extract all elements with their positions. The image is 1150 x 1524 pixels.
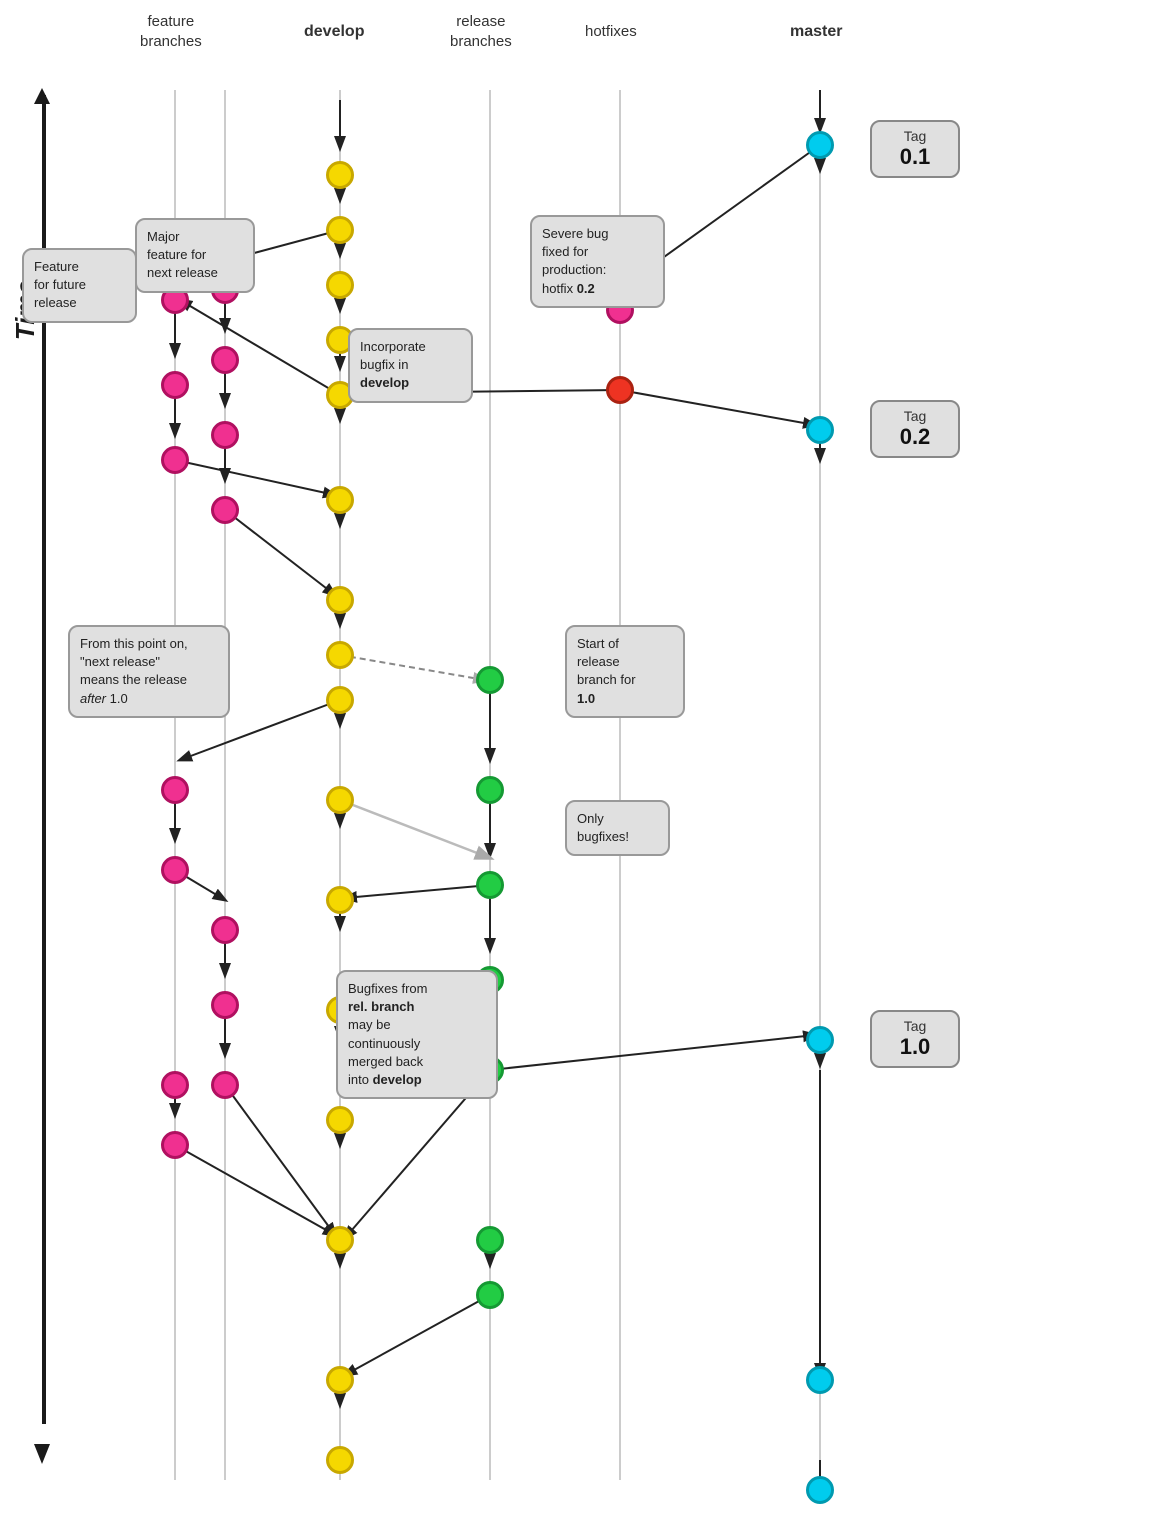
develop-node-10: [326, 786, 354, 814]
feature2-node-2: [211, 346, 239, 374]
feature4-node-3: [211, 1071, 239, 1099]
master-node-1: [806, 131, 834, 159]
feature3-node-4: [161, 1131, 189, 1159]
feature4-node-2: [211, 991, 239, 1019]
tag-10: Tag 1.0: [870, 1010, 960, 1068]
callout-feature-future: Featurefor futurerelease: [22, 248, 137, 323]
develop-node-3: [326, 271, 354, 299]
develop-node-16: [326, 1446, 354, 1474]
feature2-node-4: [211, 496, 239, 524]
callout-from-this-point: From this point on,"next release"means t…: [68, 625, 230, 718]
feature3-node-2: [161, 856, 189, 884]
develop-node-7: [326, 586, 354, 614]
develop-node-11: [326, 886, 354, 914]
feature1-node-3: [161, 446, 189, 474]
release-node-3: [476, 871, 504, 899]
feature1-node-2: [161, 371, 189, 399]
callout-incorporate-bugfix: Incorporatebugfix indevelop: [348, 328, 473, 403]
callout-only-bugfixes: Onlybugfixes!: [565, 800, 670, 856]
develop-node-1: [326, 161, 354, 189]
master-node-2: [806, 416, 834, 444]
release-node-2: [476, 776, 504, 804]
develop-node-8: [326, 641, 354, 669]
release-node-7: [476, 1281, 504, 1309]
col-header-release-branches: release branches: [450, 12, 512, 51]
develop-node-15: [326, 1366, 354, 1394]
feature3-node-1: [161, 776, 189, 804]
release-node-1: [476, 666, 504, 694]
callout-severe-bug: Severe bugfixed forproduction:hotfix 0.2: [530, 215, 665, 308]
master-node-5: [806, 1476, 834, 1504]
feature4-node-1: [211, 916, 239, 944]
col-header-master: master: [790, 22, 842, 43]
develop-node-2: [326, 216, 354, 244]
feature2-node-3: [211, 421, 239, 449]
develop-node-9: [326, 686, 354, 714]
feature3-node-3: [161, 1071, 189, 1099]
col-header-feature-branches: feature branches: [140, 12, 202, 51]
callout-major-feature: Majorfeature fornext release: [135, 218, 255, 293]
hotfix-node-red: [606, 376, 634, 404]
time-axis-arrow-top: [34, 88, 50, 104]
callout-bugfixes-rel-branch: Bugfixes fromrel. branchmay becontinuous…: [336, 970, 498, 1099]
develop-node-6: [326, 486, 354, 514]
master-node-3: [806, 1026, 834, 1054]
master-node-4: [806, 1366, 834, 1394]
col-header-hotfixes: hotfixes: [585, 22, 637, 42]
tag-01: Tag 0.1: [870, 120, 960, 178]
col-header-develop: develop: [304, 22, 364, 43]
release-node-6: [476, 1226, 504, 1254]
tag-02: Tag 0.2: [870, 400, 960, 458]
time-axis-arrow-bottom: [34, 1444, 50, 1464]
develop-node-14: [326, 1226, 354, 1254]
git-flow-diagram: feature branches develop release branche…: [0, 0, 1150, 1524]
callout-start-release-branch: Start ofreleasebranch for1.0: [565, 625, 685, 718]
develop-node-13: [326, 1106, 354, 1134]
